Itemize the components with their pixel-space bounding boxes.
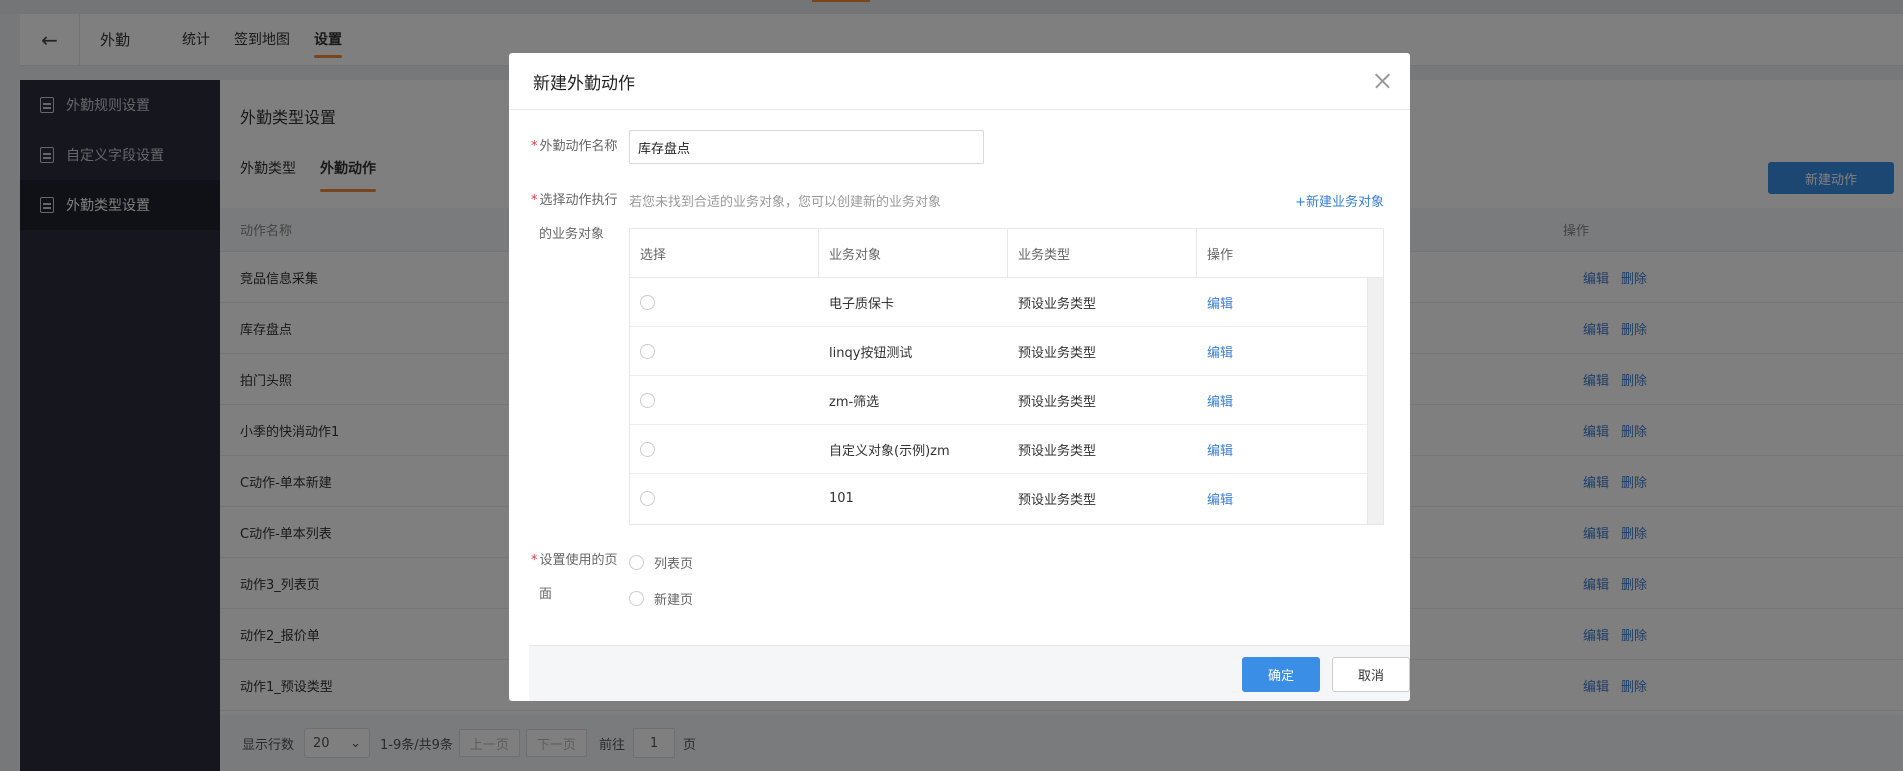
close-icon[interactable] <box>1370 69 1394 93</box>
object-type: 预设业务类型 <box>1018 394 1097 410</box>
hint-text: 若您未找到合适的业务对象，您可以创建新的业务对象 <box>629 195 942 210</box>
cancel-button[interactable]: 取消 <box>1332 657 1410 692</box>
label-text: 外勤动作名称 <box>539 139 618 154</box>
table-scrollbar[interactable] <box>1367 278 1383 524</box>
confirm-button[interactable]: 确定 <box>1242 657 1320 692</box>
business-object-table: 选择 业务对象 业务类型 操作 电子质保卡 预设业务类型 编辑 linqy按钮测… <box>629 228 1384 525</box>
select-radio[interactable] <box>640 392 655 408</box>
edit-link[interactable]: 编辑 <box>1207 391 1233 410</box>
radio-icon[interactable] <box>629 591 644 606</box>
dialog-title: 新建外勤动作 <box>533 73 635 94</box>
edit-link[interactable]: 编辑 <box>1207 342 1233 361</box>
select-radio[interactable] <box>640 491 655 506</box>
dialog-footer: 确定 取消 <box>529 645 1410 701</box>
action-name-label: * 外勤动作名称 <box>531 130 621 164</box>
object-type: 预设业务类型 <box>1018 345 1097 361</box>
radio-icon[interactable] <box>629 555 644 570</box>
required-mark: * <box>531 139 538 154</box>
page-option-new[interactable]: 新建页 <box>629 589 693 608</box>
required-mark: * <box>531 553 538 568</box>
dialog-header: 新建外勤动作 <box>509 53 1410 110</box>
table-header: 选择 业务对象 业务类型 操作 <box>630 229 1383 278</box>
object-name: linqy按钮测试 <box>829 345 913 361</box>
column-header-type: 业务类型 <box>1008 229 1197 277</box>
new-business-object-link[interactable]: +新建业务对象 <box>1295 191 1384 210</box>
table-row: zm-筛选 预设业务类型 编辑 <box>630 376 1368 425</box>
edit-link[interactable]: 编辑 <box>1207 293 1233 312</box>
label-text: 的业务对象 <box>539 227 605 242</box>
edit-link[interactable]: 编辑 <box>1207 440 1233 459</box>
page-usage-label: * 设置使用的页 面 <box>531 544 621 612</box>
column-header-object: 业务对象 <box>819 229 1008 277</box>
select-radio[interactable] <box>640 294 655 310</box>
required-mark: * <box>531 193 538 208</box>
page-option-label: 列表页 <box>654 557 694 572</box>
column-header-select: 选择 <box>630 229 819 277</box>
label-text: 选择动作执行 <box>539 193 618 208</box>
column-header-ops: 操作 <box>1207 247 1234 263</box>
label-text: 面 <box>539 587 553 602</box>
object-name: 电子质保卡 <box>829 296 895 312</box>
table-row: 电子质保卡 预设业务类型 编辑 <box>630 278 1368 327</box>
object-name: 101 <box>829 491 854 506</box>
object-type: 预设业务类型 <box>1018 296 1097 312</box>
select-radio[interactable] <box>640 343 655 359</box>
object-type: 预设业务类型 <box>1018 443 1097 459</box>
action-name-input[interactable] <box>629 130 984 164</box>
table-row: 自定义对象(示例)zm 预设业务类型 编辑 <box>630 425 1368 474</box>
table-row: linqy按钮测试 预设业务类型 编辑 <box>630 327 1368 376</box>
new-action-dialog: 新建外勤动作 *外勤动作名称 *选择动作执行 的业务对象 若您未找到合适的业务对… <box>509 53 1410 701</box>
table-body: 电子质保卡 预设业务类型 编辑 linqy按钮测试 预设业务类型 编辑 zm-筛… <box>630 278 1368 523</box>
page-option-label: 新建页 <box>654 593 694 608</box>
edit-link[interactable]: 编辑 <box>1207 489 1233 508</box>
business-object-label: * 选择动作执行 的业务对象 <box>531 184 621 252</box>
object-type: 预设业务类型 <box>1018 493 1097 508</box>
object-name: 自定义对象(示例)zm <box>829 443 950 459</box>
select-radio[interactable] <box>640 441 655 457</box>
label-text: 设置使用的页 <box>539 553 618 568</box>
object-name: zm-筛选 <box>829 394 880 410</box>
page-option-list[interactable]: 列表页 <box>629 553 693 572</box>
table-row: 101 预设业务类型 编辑 <box>630 474 1368 523</box>
